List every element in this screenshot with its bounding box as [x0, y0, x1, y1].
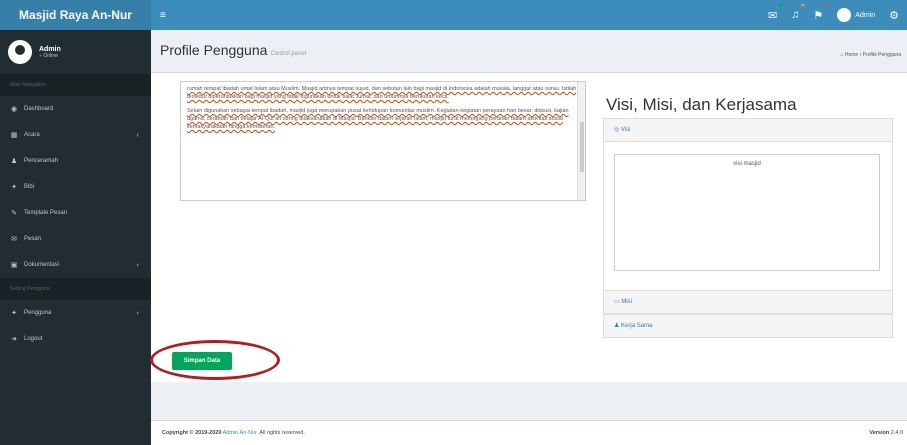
- version-number: 2.4.0: [890, 430, 903, 436]
- chevron-left-icon: ‹: [136, 261, 139, 269]
- panel-kerjasama-label: Kerja Sama: [621, 323, 653, 329]
- sidebar-menu: ◉ Dashboard ▦ Acara ‹ ♟ Penceramah ✦ Bibi ✎ Te…: [0, 96, 151, 278]
- bell-icon[interactable]: ♫: [791, 4, 806, 21]
- footer-brand-link[interactable]: Admin An-Nur.: [223, 430, 258, 436]
- panel-visi: ◎ Visi visi masjid: [603, 118, 893, 292]
- breadcrumb[interactable]: ⌂ Home › Profile Pengguna: [840, 52, 901, 58]
- user-status: ● Online: [39, 53, 61, 59]
- footer-version: Version 2.4.0: [869, 430, 903, 436]
- visi-heading: Visi, Misi, dan Kerjasama: [606, 95, 797, 114]
- sidebar-item-label: Dokumentasi: [24, 262, 60, 268]
- sidebar-item-bibi[interactable]: ✦ Bibi: [0, 174, 151, 200]
- rights-text: All rights reserved.: [259, 430, 305, 436]
- avatar: [8, 40, 32, 64]
- sidebar-item-label: Bibi: [24, 184, 35, 190]
- eye-icon: ◎: [614, 127, 621, 133]
- notifications-badge: [801, 4, 806, 6]
- gear-icon[interactable]: ⚙: [889, 9, 899, 22]
- dashboard-icon: ◉: [10, 106, 18, 113]
- panel-visi-label: Visi: [620, 127, 631, 133]
- breadcrumb-text: Home › Profile Pengguna: [844, 52, 901, 58]
- panel-misi[interactable]: ▭ Misi: [603, 290, 893, 314]
- panel-kerjasama-header[interactable]: ♟ Kerja Sama: [604, 315, 892, 337]
- calendar-icon: ▦: [10, 132, 18, 139]
- sidebar-item-template-pesan[interactable]: ✎ Template Pesan: [0, 200, 151, 226]
- sidebar-item-label: Penceramah: [24, 158, 59, 164]
- messages-badge: [779, 3, 784, 6]
- footer-copyright: Copyright © 2019-2020 Admin An-Nur. All …: [162, 430, 305, 436]
- sidebar-item-dashboard[interactable]: ◉ Dashboard: [0, 96, 151, 122]
- panel-misi-header[interactable]: ▭ Misi: [604, 291, 892, 313]
- sidebar-item-label: Pesan: [24, 236, 42, 242]
- flag-icon[interactable]: ⚑: [813, 3, 830, 22]
- panel-visi-header[interactable]: ◎ Visi: [604, 119, 892, 141]
- envelope-icon: ✉: [11, 236, 17, 243]
- user-status-label: Online: [43, 52, 58, 59]
- footer: Copyright © 2019-2020 Admin An-Nur. All …: [151, 420, 907, 445]
- page-subtitle: Control panel: [270, 51, 307, 57]
- scrollbar-thumb[interactable]: [580, 122, 584, 172]
- menu-header-settings: Setting Pengguna: [0, 278, 151, 300]
- top-navbar: Masjid Raya An-Nur ≡ ✉ ♫ ⚑ Admin ⚙: [0, 0, 907, 30]
- edit-icon: ✎: [11, 210, 17, 217]
- users-icon: ✦: [11, 310, 17, 317]
- tasks-badge: [825, 3, 830, 6]
- user-panel: Admin ● Online: [0, 30, 151, 74]
- sidebar-item-penceramah[interactable]: ♟ Penceramah: [0, 148, 151, 174]
- user-icon: ♟: [10, 158, 18, 165]
- sidebar-item-label: Logout: [24, 336, 43, 342]
- content-header: Profile Pengguna Control panel ⌂ Home › P…: [151, 30, 907, 72]
- copyright-text: Copyright © 2019-2020: [162, 430, 222, 436]
- chevron-left-icon: ‹: [136, 131, 139, 139]
- logout-icon: ➜: [11, 336, 17, 343]
- group-icon: ✦: [11, 184, 17, 191]
- sidebar-item-label: Template Pesan: [24, 210, 68, 216]
- sidebar-bottom: [0, 420, 151, 445]
- panel-visi-body: visi masjid: [604, 141, 892, 291]
- textarea-paragraph: Selain digunakan sebagai tempat ibadah, …: [187, 108, 569, 130]
- highlight-ellipse: [150, 340, 280, 380]
- profile-textarea[interactable]: rumah tempat ibadah umat Islam atau Musl…: [180, 81, 586, 201]
- navbar-right: ✉ ♫ ⚑ Admin ⚙: [768, 0, 907, 30]
- textarea-paragraph: rumah tempat ibadah umat Islam atau Musl…: [187, 86, 577, 100]
- sidebar-item-label: Dashboard: [24, 106, 54, 112]
- chevron-left-icon: ‹: [136, 309, 139, 317]
- visi-textarea[interactable]: visi masjid: [614, 154, 880, 271]
- user-menu[interactable]: Admin: [837, 8, 875, 22]
- avatar: [837, 8, 852, 22]
- online-dot-icon: ●: [39, 52, 43, 59]
- image-icon: ▣: [10, 262, 18, 269]
- sidebar: Admin ● Online Main Navigation ◉ Dashboar…: [0, 30, 151, 420]
- version-label: Version: [869, 430, 890, 436]
- sidebar-item-label: Pengguna: [24, 310, 52, 316]
- page-title-text: Profile Pengguna: [160, 42, 268, 58]
- page-title: Profile Pengguna Control panel: [160, 42, 306, 58]
- sidebar-item-acara[interactable]: ▦ Acara ‹: [0, 122, 151, 148]
- app-logo[interactable]: Masjid Raya An-Nur: [0, 0, 151, 30]
- sidebar-item-pesan[interactable]: ✉ Pesan: [0, 226, 151, 252]
- sidebar-item-pengguna[interactable]: ✦ Pengguna ‹: [0, 300, 151, 326]
- scrollbar[interactable]: [577, 82, 585, 200]
- panel-kerjasama[interactable]: ♟ Kerja Sama: [603, 314, 893, 338]
- menu-header-main: Main Navigation: [0, 74, 151, 96]
- user-name: Admin: [39, 45, 61, 53]
- user-menu-label: Admin: [855, 11, 876, 19]
- users-icon: ♟: [614, 323, 622, 329]
- sidebar-item-logout[interactable]: ➜ Logout: [0, 326, 151, 352]
- sidebar-item-label: Acara: [24, 132, 40, 138]
- envelope-icon[interactable]: ✉: [768, 3, 784, 22]
- panel-misi-label: Misi: [621, 299, 633, 305]
- sidebar-item-dokumentasi[interactable]: ▣ Dokumentasi ‹: [0, 252, 151, 278]
- hamburger-icon[interactable]: ≡: [160, 10, 166, 21]
